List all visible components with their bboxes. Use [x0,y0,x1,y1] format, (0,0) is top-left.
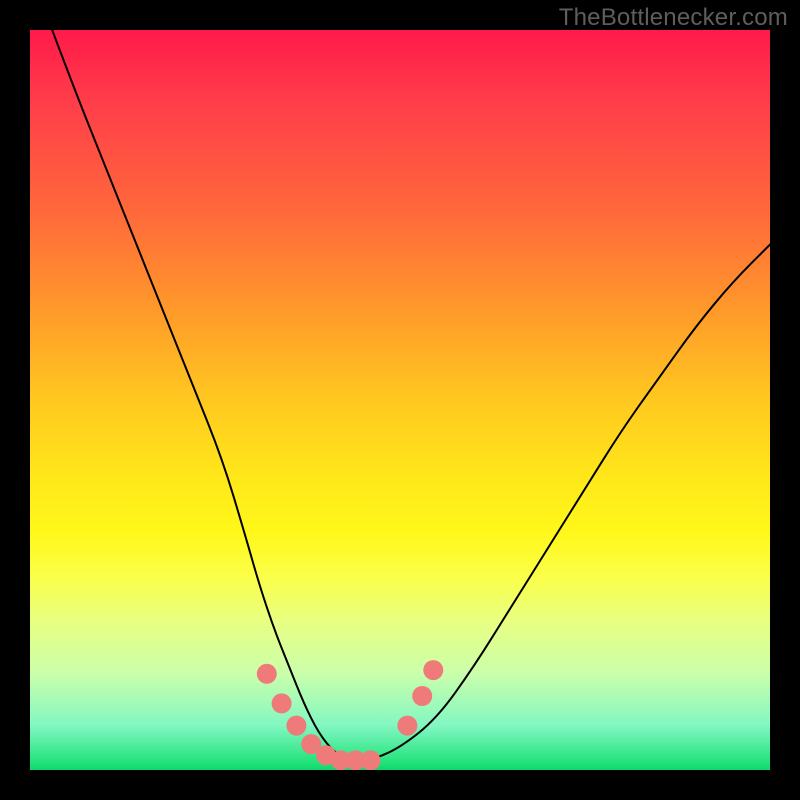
marker-dot [257,664,277,684]
marker-dot [423,660,443,680]
marker-dots-group [257,660,444,770]
marker-dot [397,716,417,736]
bottleneck-curve [52,30,770,760]
watermark-text: TheBottlenecker.com [559,4,788,32]
marker-dot [286,716,306,736]
chart-container: TheBottlenecker.com [0,0,800,800]
marker-dot [360,750,380,770]
curve-svg [30,30,770,770]
marker-dot [272,693,292,713]
plot-area [30,30,770,770]
marker-dot [412,686,432,706]
